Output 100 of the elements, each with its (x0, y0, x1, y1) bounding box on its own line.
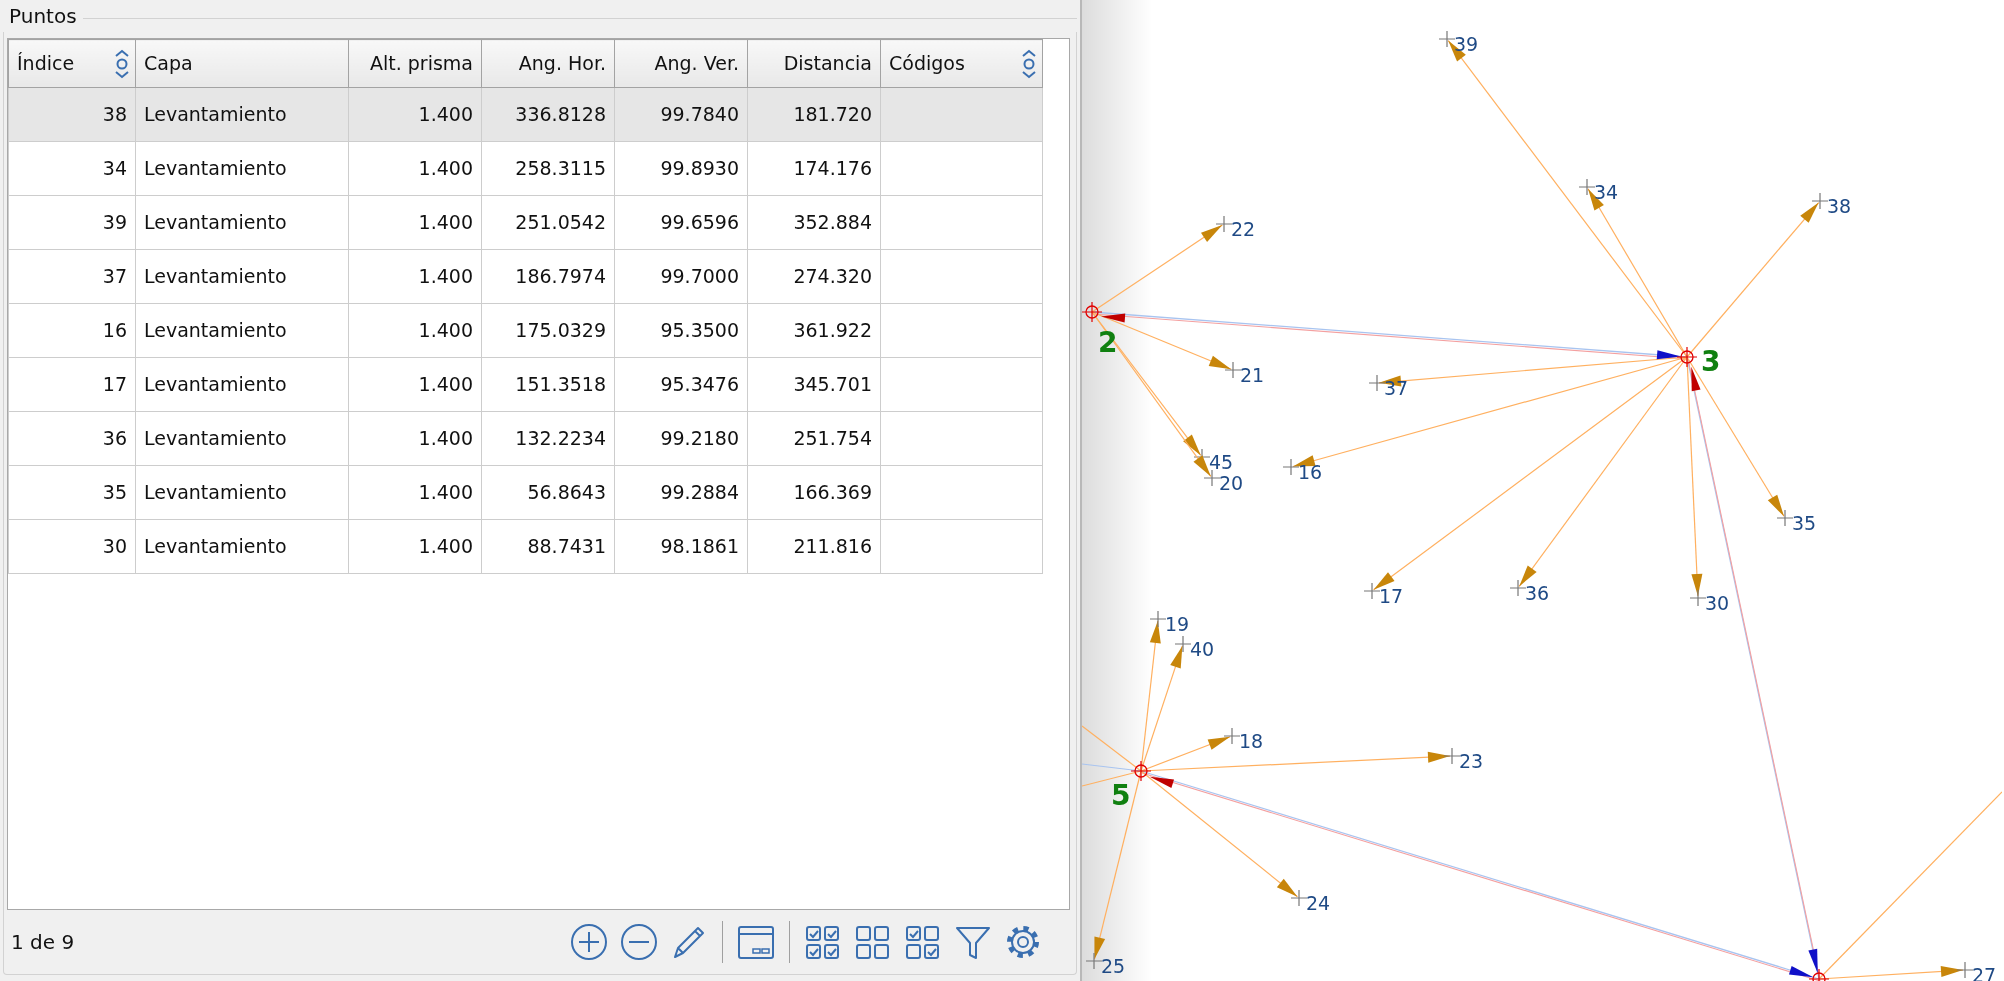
table-cell: 336.8128 (481, 87, 615, 142)
point-marker (1368, 374, 1386, 392)
point-label: 37 (1384, 377, 1409, 399)
table-cell: Levantamiento (135, 249, 349, 304)
table-cell: 99.2180 (614, 411, 748, 466)
point-marker (1290, 889, 1308, 907)
table-row[interactable]: 36 Levantamiento 1.400 132.2234 99.2180 251.754 (8, 411, 1043, 466)
point-label: 19 (1165, 613, 1190, 635)
point-marker (1509, 579, 1527, 597)
table-cell: 1.400 (348, 195, 482, 250)
record-counter: 1 de 9 (10, 929, 75, 956)
point-label: 36 (1525, 582, 1550, 604)
table-cell: 35 (8, 465, 136, 520)
table-cell: 251.754 (747, 411, 881, 466)
table-cell: 1.400 (348, 519, 482, 574)
point-marker (1215, 215, 1233, 233)
table-cell: Levantamiento (135, 303, 349, 358)
point-marker (1149, 610, 1167, 628)
table-cell: 1.400 (348, 411, 482, 466)
table-cell: 99.7840 (614, 87, 748, 142)
orientation-mark (1101, 313, 1126, 323)
table-cell: Levantamiento (135, 357, 349, 412)
station-marker (1130, 760, 1152, 782)
station-label: 2 (1098, 326, 1118, 359)
table-cell: 251.0542 (481, 195, 615, 250)
point-marker (1578, 178, 1596, 196)
table-cell: 34 (8, 141, 136, 196)
table-cell: 38 (8, 87, 136, 142)
table-row[interactable]: 17 Levantamiento 1.400 151.3518 95.3476 345.701 (8, 357, 1043, 412)
table-cell: 151.3518 (481, 357, 615, 412)
table-cell: Levantamiento (135, 195, 349, 250)
table-cell: 36 (8, 411, 136, 466)
point-label: 18 (1239, 730, 1264, 752)
table-cell: Levantamiento (135, 519, 349, 574)
point-label: 30 (1705, 592, 1730, 614)
point-label: 24 (1306, 892, 1331, 914)
station-marker (1808, 968, 1830, 981)
point-marker (1956, 961, 1974, 979)
orientation-mark (1691, 366, 1701, 392)
column-header[interactable]: Códigos (880, 39, 1043, 88)
point-marker (1085, 952, 1103, 970)
station-marker (1082, 301, 1103, 323)
table-cell: 258.3115 (481, 141, 615, 196)
table-cell: 186.7974 (481, 249, 615, 304)
table-cell: 345.701 (747, 357, 881, 412)
point-label: 20 (1219, 472, 1244, 494)
column-header[interactable]: Índice (8, 39, 136, 88)
station-label: 5 (1111, 779, 1131, 812)
table-cell: 30 (8, 519, 136, 574)
remove-button[interactable] (618, 921, 660, 963)
table-cell: 1.400 (348, 141, 482, 196)
table-row[interactable]: 16 Levantamiento 1.400 175.0329 95.3500 361.922 (8, 303, 1043, 358)
point-label: 35 (1792, 512, 1817, 534)
table-cell: 1.400 (348, 87, 482, 142)
column-header[interactable]: Alt. prisma (348, 39, 482, 88)
table-cell: 352.884 (747, 195, 881, 250)
table-cell: Levantamiento (135, 87, 349, 142)
table-cell: 95.3476 (614, 357, 748, 412)
point-label: 38 (1827, 195, 1852, 217)
point-label: 45 (1209, 451, 1234, 473)
table-row[interactable]: 38 Levantamiento 1.400 336.8128 99.7840 181.720 (8, 87, 1043, 142)
add-button[interactable] (568, 921, 610, 963)
column-header[interactable]: Capa (135, 39, 349, 88)
table-cell: 99.6596 (614, 195, 748, 250)
point-label: 25 (1101, 955, 1126, 977)
column-header[interactable]: Ang. Ver. (614, 39, 748, 88)
point-label: 39 (1454, 33, 1479, 55)
point-label: 22 (1231, 218, 1256, 240)
point-label: 17 (1379, 585, 1404, 607)
table-cell: 37 (8, 249, 136, 304)
table-cell: 88.7431 (481, 519, 615, 574)
station-marker (1676, 346, 1698, 368)
table-row[interactable]: 30 Levantamiento 1.400 88.7431 98.1861 211.816 (8, 519, 1043, 574)
table-row[interactable]: 35 Levantamiento 1.400 56.8643 99.2884 166.369 (8, 465, 1043, 520)
table-cell: 39 (8, 195, 136, 250)
table-cell: 361.922 (747, 303, 881, 358)
table-cell: Levantamiento (135, 465, 349, 520)
table-cell: 99.7000 (614, 249, 748, 304)
table-cell: 1.400 (348, 465, 482, 520)
column-header[interactable]: Ang. Hor. (481, 39, 615, 88)
table-cell: 1.400 (348, 249, 482, 304)
point-marker (1203, 469, 1221, 487)
plus-icon (569, 922, 609, 962)
table-row[interactable]: 37 Levantamiento 1.400 186.7974 99.7000 274.320 (8, 249, 1043, 304)
table-row[interactable]: 39 Levantamiento 1.400 251.0542 99.6596 352.884 (8, 195, 1043, 250)
point-marker (1438, 30, 1456, 48)
table-cell: 56.8643 (481, 465, 615, 520)
column-header[interactable]: Distancia (747, 39, 881, 88)
minus-icon (619, 922, 659, 962)
orientation-mark (1149, 776, 1174, 788)
table-cell: 274.320 (747, 249, 881, 304)
point-label: 40 (1190, 638, 1215, 660)
point-marker (1689, 589, 1707, 607)
table-cell: 166.369 (747, 465, 881, 520)
table-cell: 95.3500 (614, 303, 748, 358)
table-row[interactable]: 34 Levantamiento 1.400 258.3115 99.8930 174.176 (8, 141, 1043, 196)
table-cell: 98.1861 (614, 519, 748, 574)
point-label: 34 (1594, 181, 1619, 203)
point-marker (1776, 509, 1794, 527)
table-cell: 99.2884 (614, 465, 748, 520)
